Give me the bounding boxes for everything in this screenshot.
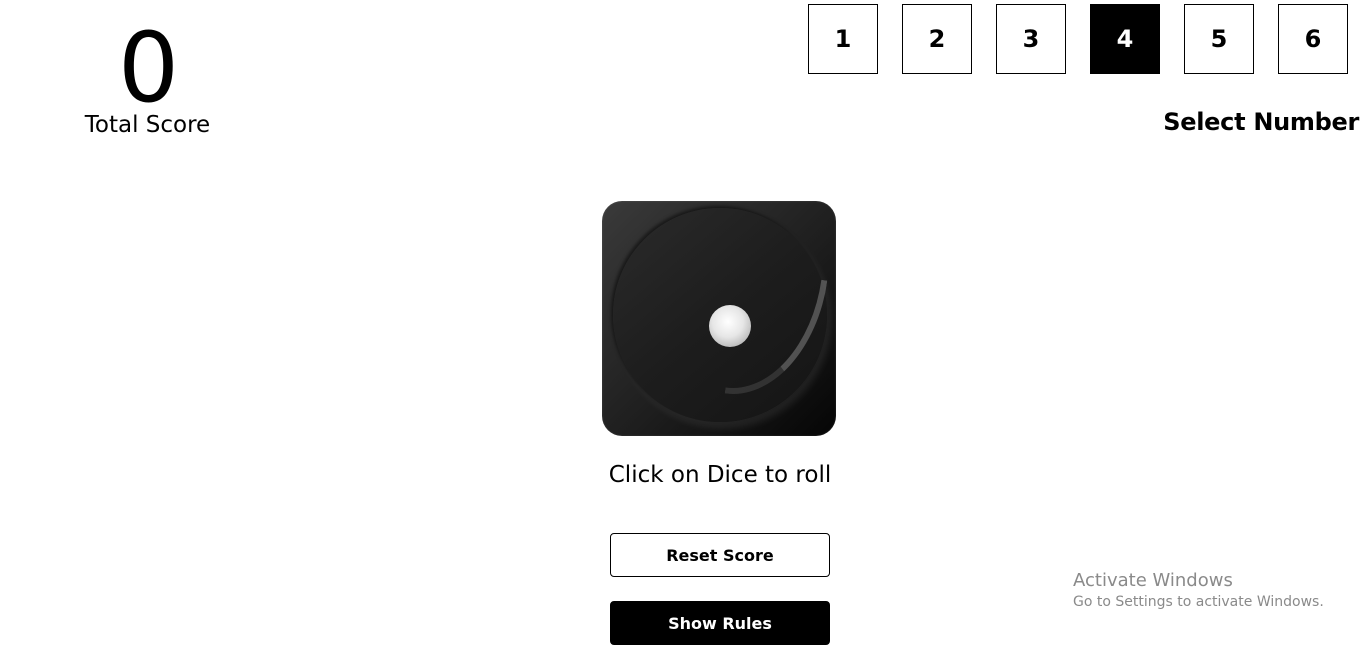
score-panel: 0 Total Score [60,18,235,138]
total-score-label: Total Score [84,112,211,138]
number-option-3[interactable]: 3 [996,4,1066,74]
dice-face [613,208,828,422]
activate-windows-watermark: Activate Windows Go to Settings to activ… [1073,570,1324,612]
number-option-6[interactable]: 6 [1278,4,1348,74]
select-number-label: Select Number [1163,108,1359,136]
activate-windows-title: Activate Windows [1073,570,1233,591]
number-option-4[interactable]: 4 [1090,4,1160,74]
number-option-5[interactable]: 5 [1184,4,1254,74]
show-rules-button[interactable]: Show Rules [610,601,830,645]
activate-windows-subtitle: Go to Settings to activate Windows. [1073,594,1324,610]
reset-score-button[interactable]: Reset Score [610,533,830,577]
number-option-1[interactable]: 1 [808,4,878,74]
dice-pip [709,305,751,347]
total-score-value: 0 [117,12,179,124]
dice-button[interactable] [602,201,836,436]
number-selector: 1 2 3 4 5 6 [808,4,1348,74]
roll-hint: Click on Dice to roll [608,462,832,488]
number-option-2[interactable]: 2 [902,4,972,74]
